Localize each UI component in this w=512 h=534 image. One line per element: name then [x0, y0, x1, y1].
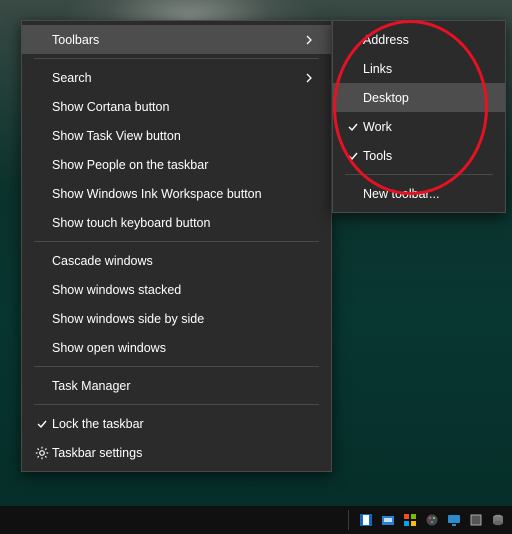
menu-item-show-taskview[interactable]: Show Task View button: [22, 121, 331, 150]
menu-label: Show windows stacked: [52, 283, 319, 297]
menu-label: Task Manager: [52, 379, 319, 393]
menu-item-lock-taskbar[interactable]: Lock the taskbar: [22, 409, 331, 438]
tray-icon-process[interactable]: [380, 512, 396, 528]
menu-item-side-by-side[interactable]: Show windows side by side: [22, 304, 331, 333]
tray-icon-disk[interactable]: [490, 512, 506, 528]
submenu-item-links[interactable]: Links: [333, 54, 505, 83]
menu-label: Show Windows Ink Workspace button: [52, 187, 319, 201]
menu-item-show-open-windows[interactable]: Show open windows: [22, 333, 331, 362]
tray-icon-device[interactable]: [468, 512, 484, 528]
menu-label: Show Cortana button: [52, 100, 319, 114]
menu-separator: [34, 241, 319, 242]
taskbar[interactable]: [0, 506, 512, 534]
chevron-right-icon: [305, 35, 319, 45]
menu-label: Show Task View button: [52, 129, 319, 143]
menu-item-show-touch-keyboard[interactable]: Show touch keyboard button: [22, 208, 331, 237]
menu-label: Address: [363, 33, 493, 47]
submenu-item-desktop[interactable]: Desktop: [333, 83, 505, 112]
menu-label: Show touch keyboard button: [52, 216, 319, 230]
taskbar-separator: [348, 510, 349, 530]
submenu-item-address[interactable]: Address: [333, 25, 505, 54]
submenu-item-tools[interactable]: Tools: [333, 141, 505, 170]
submenu-item-new-toolbar[interactable]: New toolbar...: [333, 179, 505, 208]
menu-label: Links: [363, 62, 493, 76]
menu-label: Show People on the taskbar: [52, 158, 319, 172]
menu-item-show-people[interactable]: Show People on the taskbar: [22, 150, 331, 179]
tray-icon-monitor[interactable]: [446, 512, 462, 528]
toolbars-submenu: Address Links Desktop Work Tools New too…: [332, 20, 506, 213]
menu-item-stacked[interactable]: Show windows stacked: [22, 275, 331, 304]
menu-item-task-manager[interactable]: Task Manager: [22, 371, 331, 400]
menu-label: Desktop: [363, 91, 493, 105]
menu-label: Show windows side by side: [52, 312, 319, 326]
menu-label: Cascade windows: [52, 254, 319, 268]
chevron-right-icon: [305, 73, 319, 83]
menu-separator: [34, 58, 319, 59]
taskbar-context-menu: Toolbars Search Show Cortana button Show…: [21, 20, 332, 472]
submenu-item-work[interactable]: Work: [333, 112, 505, 141]
menu-label: Show open windows: [52, 341, 319, 355]
menu-item-cascade[interactable]: Cascade windows: [22, 246, 331, 275]
check-icon: [343, 150, 363, 162]
menu-item-show-cortana[interactable]: Show Cortana button: [22, 92, 331, 121]
menu-label: Search: [52, 71, 305, 85]
menu-item-show-ink[interactable]: Show Windows Ink Workspace button: [22, 179, 331, 208]
menu-separator: [34, 366, 319, 367]
menu-item-toolbars[interactable]: Toolbars: [22, 25, 331, 54]
check-icon: [343, 121, 363, 133]
check-icon: [32, 418, 52, 430]
menu-item-taskbar-settings[interactable]: Taskbar settings: [22, 438, 331, 467]
menu-separator: [345, 174, 493, 175]
menu-label: Tools: [363, 149, 493, 163]
tray-icon-generic[interactable]: [358, 512, 374, 528]
menu-label: Toolbars: [52, 33, 305, 47]
menu-separator: [34, 404, 319, 405]
tray-icon-apps[interactable]: [402, 512, 418, 528]
menu-label: Taskbar settings: [52, 446, 319, 460]
menu-label: New toolbar...: [363, 187, 493, 201]
menu-item-search[interactable]: Search: [22, 63, 331, 92]
tray-icon-palette[interactable]: [424, 512, 440, 528]
menu-label: Lock the taskbar: [52, 417, 319, 431]
gear-icon: [32, 446, 52, 460]
menu-label: Work: [363, 120, 493, 134]
